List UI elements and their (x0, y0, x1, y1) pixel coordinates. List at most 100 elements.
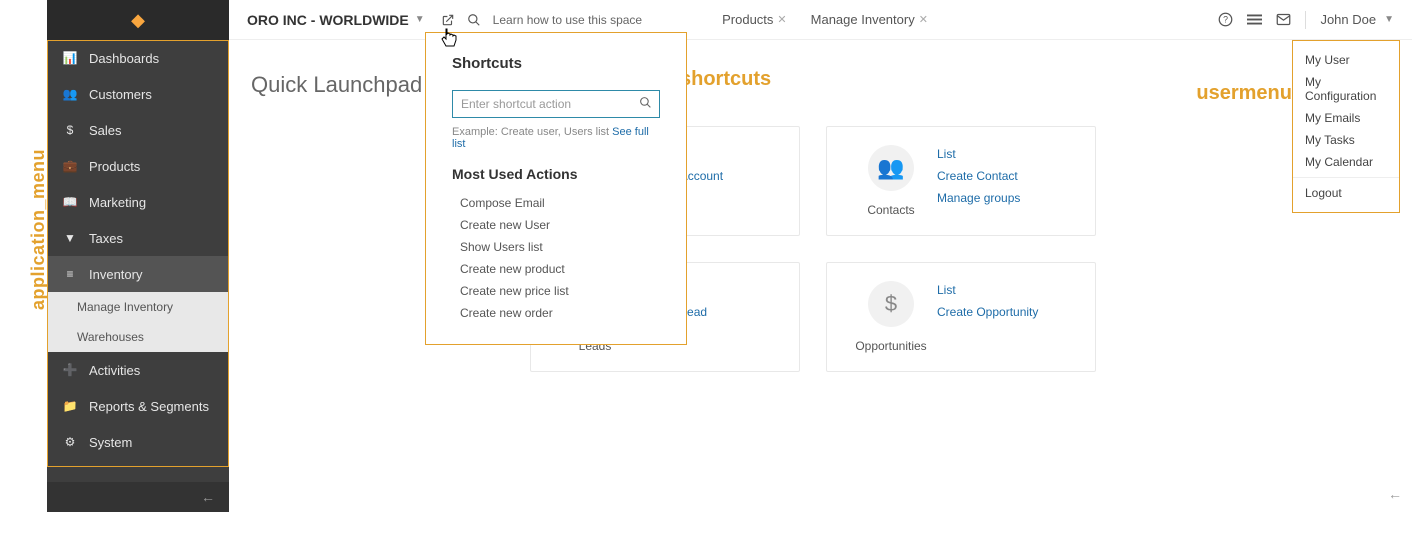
sidebar-item-marketing[interactable]: 📖 Marketing (47, 184, 229, 220)
usermenu-annotation: usermenu (1196, 82, 1292, 105)
sidebar-item-activities[interactable]: ➕ Activities (47, 352, 229, 388)
dollar-icon: $ (61, 123, 79, 137)
help-icon[interactable]: ? (1218, 12, 1233, 27)
learn-link[interactable]: Learn how to use this space (493, 13, 642, 27)
plus-icon: ➕ (61, 363, 79, 377)
gear-icon: ⚙ (61, 435, 79, 449)
org-name: ORO INC - WORLDWIDE (247, 12, 409, 28)
tab-label: Products (722, 12, 773, 27)
sidebar-item-system[interactable]: ⚙ System (47, 424, 229, 460)
link-create-opportunity[interactable]: Create Opportunity (937, 305, 1038, 319)
topbar: ORO INC - WORLDWIDE ▼ Learn how to use t… (229, 0, 1412, 40)
submenu-warehouses[interactable]: Warehouses (47, 322, 229, 352)
users-icon: 👥 (61, 87, 79, 101)
topbar-right: ? John Doe ▼ (1218, 11, 1394, 29)
card-title: Contacts (867, 203, 914, 217)
sidebar-item-dashboards[interactable]: 📊 Dashboards (47, 40, 229, 76)
sidebar-submenu: Manage Inventory Warehouses (47, 292, 229, 352)
collapse-sidebar-icon[interactable]: ← (201, 489, 215, 505)
action-create-product[interactable]: Create new product (452, 258, 660, 280)
page-title: Quick Launchpad (251, 72, 422, 98)
action-create-user[interactable]: Create new User (452, 214, 660, 236)
action-show-users[interactable]: Show Users list (452, 236, 660, 258)
sidebar-label: System (89, 435, 132, 450)
logo-bar: ◆ (47, 0, 229, 40)
hamburger-icon[interactable] (1247, 12, 1262, 27)
shortcut-input[interactable] (452, 90, 660, 118)
link-list[interactable]: List (937, 147, 1020, 161)
application-menu-annotation: application_menu (28, 149, 49, 310)
sidebar-label: Sales (89, 123, 122, 138)
user-menu-toggle[interactable]: John Doe ▼ (1320, 12, 1394, 27)
card-contacts: 👥 Contacts List Create Contact Manage gr… (826, 126, 1096, 236)
sidebar-label: Marketing (89, 195, 146, 210)
briefcase-icon: 💼 (61, 159, 79, 173)
tab-label: Manage Inventory (811, 12, 915, 27)
link-manage-groups[interactable]: Manage groups (937, 191, 1020, 205)
action-create-price-list[interactable]: Create new price list (452, 280, 660, 302)
card-title: Opportunities (855, 339, 926, 353)
link-list[interactable]: List (937, 283, 1038, 297)
most-used-list: Compose Email Create new User Show Users… (452, 192, 660, 324)
search-icon[interactable] (639, 96, 652, 109)
shortcuts-icon[interactable] (441, 13, 455, 27)
usermenu-my-emails[interactable]: My Emails (1293, 107, 1399, 129)
caret-down-icon: ▼ (415, 14, 425, 25)
sidebar-label: Taxes (89, 231, 123, 246)
most-used-title: Most Used Actions (452, 166, 660, 182)
shortcut-search-wrapper (452, 90, 660, 118)
folder-icon: 📁 (61, 399, 79, 413)
mail-icon[interactable] (1276, 12, 1291, 27)
sidebar-label: Customers (89, 87, 152, 102)
sidebar-label: Products (89, 159, 140, 174)
divider (1305, 11, 1306, 29)
filter-icon: ▼ (61, 231, 79, 245)
search-icon[interactable] (467, 13, 481, 27)
sidebar-item-reports[interactable]: 📁 Reports & Segments (47, 388, 229, 424)
book-icon: 📖 (61, 195, 79, 209)
collapse-right-panel-icon[interactable]: ← (1388, 486, 1402, 502)
sidebar-item-inventory[interactable]: ≡ Inventory (47, 256, 229, 292)
usermenu-logout[interactable]: Logout (1293, 182, 1399, 204)
sidebar-item-sales[interactable]: $ Sales (47, 112, 229, 148)
usermenu-dropdown: My User My Configuration My Emails My Ta… (1292, 40, 1400, 213)
usermenu-my-tasks[interactable]: My Tasks (1293, 129, 1399, 151)
svg-text:?: ? (1224, 15, 1229, 25)
opportunities-icon: $ (868, 281, 914, 327)
org-switcher[interactable]: ORO INC - WORLDWIDE ▼ (247, 12, 425, 28)
pinned-tabs: Products ✕ Manage Inventory ✕ (722, 12, 928, 27)
submenu-manage-inventory[interactable]: Manage Inventory (47, 292, 229, 322)
sidebar-menu: 📊Dashboards 👥Customers $Sales 💼Products … (47, 40, 229, 460)
shortcuts-title: Shortcuts (452, 55, 660, 72)
usermenu-my-configuration[interactable]: My Configuration (1293, 71, 1399, 107)
action-create-order[interactable]: Create new order (452, 302, 660, 324)
user-name-label: John Doe (1320, 12, 1376, 27)
card-opportunities: $ Opportunities List Create Opportunity (826, 262, 1096, 372)
contacts-icon: 👥 (868, 145, 914, 191)
caret-down-icon: ▼ (1384, 14, 1394, 25)
sidebar-item-taxes[interactable]: ▼ Taxes (47, 220, 229, 256)
logo-icon: ◆ (131, 10, 145, 31)
link-create-contact[interactable]: Create Contact (937, 169, 1020, 183)
chart-icon: 📊 (61, 51, 79, 65)
close-icon[interactable]: ✕ (777, 13, 786, 26)
usermenu-my-user[interactable]: My User (1293, 49, 1399, 71)
sidebar-label: Dashboards (89, 51, 159, 66)
separator (1293, 177, 1399, 178)
shortcut-example: Example: Create user, Users list See ful… (452, 126, 660, 150)
tab-manage-inventory[interactable]: Manage Inventory ✕ (811, 12, 928, 27)
shortcuts-annotation: shortcuts (680, 68, 771, 91)
sidebar-label: Reports & Segments (89, 399, 209, 414)
list-icon: ≡ (61, 267, 79, 281)
usermenu-my-calendar[interactable]: My Calendar (1293, 151, 1399, 173)
shortcuts-popup: Shortcuts Example: Create user, Users li… (425, 32, 687, 345)
sidebar-label: Inventory (89, 267, 142, 282)
sidebar-item-products[interactable]: 💼 Products (47, 148, 229, 184)
sidebar-item-customers[interactable]: 👥 Customers (47, 76, 229, 112)
close-icon[interactable]: ✕ (919, 13, 928, 26)
action-compose-email[interactable]: Compose Email (452, 192, 660, 214)
sidebar: ◆ 📊 Dashboards 👥 Customers $ Sales 💼 Product… (47, 0, 229, 512)
tab-products[interactable]: Products ✕ (722, 12, 787, 27)
sidebar-label: Activities (89, 363, 140, 378)
sidebar-footer: ← (47, 482, 229, 512)
